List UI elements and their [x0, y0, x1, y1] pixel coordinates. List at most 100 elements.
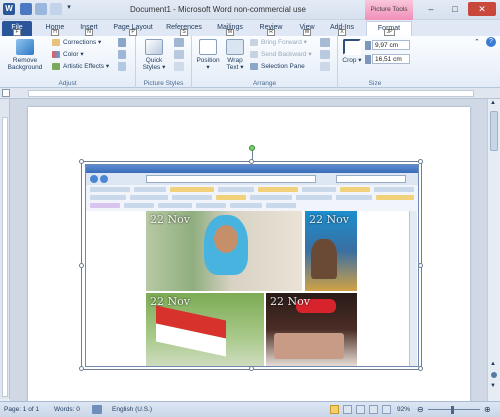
resize-handle-left[interactable]: [79, 263, 84, 268]
undo-icon[interactable]: [35, 3, 47, 15]
quick-styles-button[interactable]: Quick Styles ▾: [139, 39, 169, 71]
picture-effects-icon[interactable]: [174, 50, 184, 59]
width-field[interactable]: [372, 54, 410, 64]
rotation-handle[interactable]: [249, 145, 255, 151]
selected-picture[interactable]: 22 Nov 22 Nov 22 Nov 22 Nov: [79, 159, 423, 371]
outline-view-icon[interactable]: [369, 405, 378, 414]
rotate-icon[interactable]: [320, 62, 330, 71]
resize-handle-bottom-right[interactable]: [418, 366, 423, 371]
height-icon: [365, 41, 371, 50]
keytip-add-ins: X: [338, 29, 346, 36]
keytip-mailings: M: [226, 29, 234, 36]
resize-handle-top-left[interactable]: [79, 159, 84, 164]
date-stamp-4: 22 Nov: [270, 295, 310, 308]
vertical-scrollbar[interactable]: ▲ ▲ ▼: [487, 99, 500, 401]
minimize-ribbon-icon[interactable]: ⌃: [474, 38, 480, 46]
group-picture-styles: Quick Styles ▾ Picture Styles: [136, 36, 192, 88]
send-backward-icon: [250, 50, 258, 58]
resize-handle-top[interactable]: [249, 159, 254, 164]
keytip-page-layout: P: [129, 29, 137, 36]
zoom-in-icon[interactable]: ⊕: [484, 405, 491, 415]
previous-page-icon[interactable]: ▲: [490, 361, 496, 367]
keytip-insert: N: [85, 29, 93, 36]
close-button[interactable]: ✕: [468, 2, 496, 16]
status-bar: Page: 1 of 1 Words: 0 English (U.S.) 92%…: [0, 401, 500, 417]
change-picture-icon[interactable]: [118, 50, 126, 59]
word-logo-icon[interactable]: W: [3, 3, 15, 15]
wrap-text-button[interactable]: Wrap Text ▾: [222, 39, 248, 71]
zoom-slider-thumb[interactable]: [451, 406, 454, 414]
vertical-ruler-scale[interactable]: [2, 117, 8, 397]
horizontal-ruler: [0, 88, 500, 99]
redo-icon[interactable]: [50, 3, 62, 15]
customize-qat-icon[interactable]: ▾: [65, 3, 73, 15]
resize-handle-right[interactable]: [418, 263, 423, 268]
screenshot-scrollbar: [409, 211, 417, 366]
height-field[interactable]: [372, 40, 410, 50]
date-stamp-2: 22 Nov: [309, 213, 349, 226]
scroll-up-icon[interactable]: ▲: [490, 100, 496, 106]
reset-picture-icon[interactable]: [118, 62, 126, 71]
screenshot-title-bar: [86, 165, 418, 173]
maximize-button[interactable]: □: [444, 2, 466, 16]
draft-view-icon[interactable]: [382, 405, 391, 414]
position-button[interactable]: Position ▾: [194, 39, 222, 71]
keytip-format: JP: [384, 29, 395, 36]
resize-handle-bottom[interactable]: [249, 366, 254, 371]
quick-styles-icon: [145, 39, 163, 55]
keytip-references: S: [180, 29, 188, 36]
corrections-button[interactable]: Corrections ▾: [52, 38, 101, 47]
minimize-button[interactable]: –: [420, 2, 442, 16]
keytip-review: R: [267, 29, 275, 36]
compress-pictures-icon[interactable]: [118, 38, 126, 47]
artistic-effects-button[interactable]: Artistic Effects ▾: [52, 62, 109, 71]
group-size: Crop ▾ Size: [338, 36, 412, 88]
print-layout-view-icon[interactable]: [330, 405, 339, 414]
language[interactable]: English (U.S.): [112, 405, 152, 415]
save-icon[interactable]: [20, 3, 32, 15]
color-icon: [52, 50, 60, 58]
crop-icon: [343, 39, 361, 55]
scroll-thumb[interactable]: [490, 111, 498, 151]
keytip-home: H: [51, 29, 59, 36]
group-icon[interactable]: [320, 50, 330, 59]
screenshot-photo-collage: 22 Nov 22 Nov 22 Nov 22 Nov: [86, 211, 418, 366]
zoom-slider[interactable]: [428, 409, 480, 410]
full-screen-view-icon[interactable]: [343, 405, 352, 414]
ruler-scale[interactable]: [28, 90, 474, 97]
corrections-icon: [52, 38, 60, 46]
date-stamp-1: 22 Nov: [150, 213, 190, 226]
web-layout-view-icon[interactable]: [356, 405, 365, 414]
resize-handle-top-right[interactable]: [418, 159, 423, 164]
resize-handle-bottom-left[interactable]: [79, 366, 84, 371]
align-icon[interactable]: [320, 38, 330, 47]
send-backward-button[interactable]: Send Backward ▾: [250, 50, 312, 59]
date-stamp-3: 22 Nov: [150, 295, 190, 308]
vertical-ruler: [0, 99, 10, 399]
bring-forward-button[interactable]: Bring Forward ▾: [250, 38, 307, 47]
proofing-icon[interactable]: [92, 405, 102, 414]
screenshot-address-bar: [86, 173, 418, 185]
screenshot-browser-window: 22 Nov 22 Nov 22 Nov 22 Nov: [85, 164, 419, 367]
selection-pane-button[interactable]: Selection Pane: [250, 62, 305, 71]
picture-border-icon[interactable]: [174, 38, 184, 47]
next-page-icon[interactable]: ▼: [490, 383, 496, 389]
zoom-out-icon[interactable]: ⊖: [417, 405, 424, 415]
help-icon[interactable]: ?: [486, 37, 496, 47]
page-count[interactable]: Page: 1 of 1: [4, 405, 39, 415]
picture-tools-label: Picture Tools: [365, 0, 413, 20]
color-button[interactable]: Color ▾: [52, 50, 84, 59]
keytip-file: F: [13, 29, 21, 36]
crop-button[interactable]: Crop ▾: [341, 39, 363, 64]
remove-background-button[interactable]: Remove Background: [3, 39, 47, 71]
photo-flag: 22 Nov: [146, 293, 264, 366]
zoom-level[interactable]: 92%: [397, 405, 410, 415]
word-count[interactable]: Words: 0: [54, 405, 80, 415]
group-adjust: Remove Background Corrections ▾ Color ▾ …: [0, 36, 136, 88]
title-bar: W ▾ Document1 - Microsoft Word non-comme…: [0, 0, 500, 20]
position-icon: [199, 39, 217, 55]
browse-object-icon[interactable]: [491, 372, 497, 378]
picture-layout-icon[interactable]: [174, 62, 184, 71]
photo-man-phone: 22 Nov: [305, 211, 357, 291]
tab-selector-icon[interactable]: [2, 89, 10, 97]
